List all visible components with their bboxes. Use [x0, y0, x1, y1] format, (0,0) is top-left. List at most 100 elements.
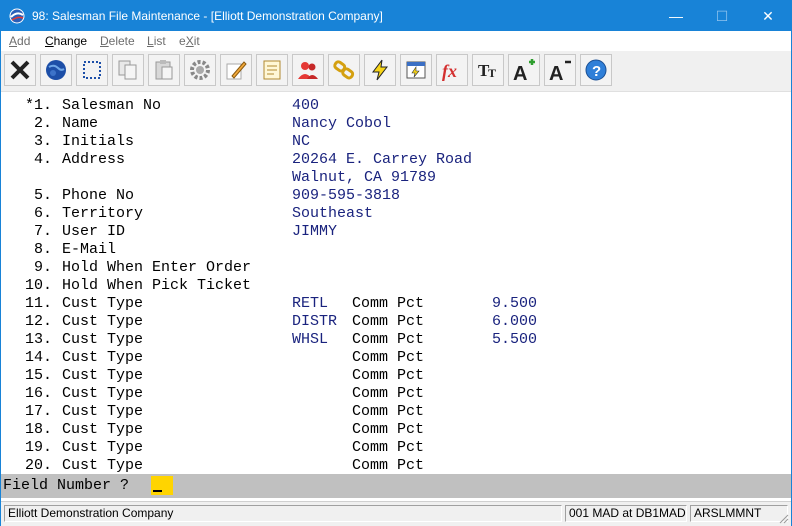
edit-icon[interactable]: [220, 54, 252, 86]
field-number: 11.: [24, 295, 52, 312]
field-value: JIMMY: [292, 223, 338, 240]
close-button[interactable]: ✕: [745, 1, 791, 31]
field-row: 4. Address 20264 E. Carrey Road: [1, 151, 791, 169]
cust-type-value: RETL: [292, 295, 329, 312]
field-number: 12.: [24, 313, 52, 330]
field-value: 400: [292, 97, 320, 114]
field-number: 2.: [33, 115, 52, 132]
exit-icon[interactable]: [4, 54, 36, 86]
comm-pct-label: Comm Pct: [352, 313, 425, 330]
field-number: 10.: [24, 277, 52, 294]
cust-type-row: 19. Cust Type Comm Pct: [1, 439, 791, 457]
menu-delete[interactable]: Delete: [100, 34, 135, 48]
function-icon[interactable]: fx: [436, 54, 468, 86]
prompt-bar: Field Number ?: [1, 474, 791, 498]
lightning-icon[interactable]: [364, 54, 396, 86]
field-value: NC: [292, 133, 311, 150]
comm-pct-label: Comm Pct: [352, 367, 425, 384]
menu-change[interactable]: Change: [45, 34, 87, 48]
field-label: Cust Type: [62, 457, 144, 474]
field-number: 18.: [24, 421, 52, 438]
field-label: Cust Type: [62, 331, 144, 348]
cust-type-row: 14. Cust Type Comm Pct: [1, 349, 791, 367]
toolbar: fx TT A A ?: [1, 51, 791, 92]
field-number: 5.: [33, 187, 52, 204]
cust-type-row: 20. Cust Type Comm Pct: [1, 457, 791, 475]
menu-list[interactable]: List: [147, 34, 166, 48]
field-row: 5. Phone No 909-595-3818: [1, 187, 791, 205]
settings-icon[interactable]: [184, 54, 216, 86]
field-number: 14.: [24, 349, 52, 366]
field-number: 15.: [24, 367, 52, 384]
users-icon[interactable]: [292, 54, 324, 86]
cust-type-row: 18. Cust Type Comm Pct: [1, 421, 791, 439]
help-icon[interactable]: ?: [580, 54, 612, 86]
app-window: 98: Salesman File Maintenance - [Elliott…: [0, 0, 792, 526]
font-decrease-icon[interactable]: A: [544, 54, 576, 86]
field-label: Territory: [62, 205, 144, 222]
menu-bar: Add Change Delete List eXit: [1, 31, 791, 51]
cust-type-value: DISTR: [292, 313, 338, 330]
menu-add[interactable]: Add: [9, 34, 30, 48]
font-increase-icon[interactable]: A: [508, 54, 540, 86]
maximize-button[interactable]: ☐: [699, 1, 745, 31]
minimize-button[interactable]: —: [653, 1, 699, 31]
field-label: Salesman No: [62, 97, 162, 114]
field-label: User ID: [62, 223, 126, 240]
comm-pct-label: Comm Pct: [352, 295, 425, 312]
field-number: 6.: [33, 205, 52, 222]
field-label: Hold When Enter Order: [62, 259, 252, 276]
status-server: 001 MAD at DB1MAD: [565, 505, 687, 522]
field-label: Cust Type: [62, 439, 144, 456]
field-row: 6. Territory Southeast: [1, 205, 791, 223]
svg-text:?: ?: [592, 63, 601, 80]
globe-icon[interactable]: [40, 54, 72, 86]
comm-pct-label: Comm Pct: [352, 331, 425, 348]
cust-type-row: 11. Cust Type RETL Comm Pct 9.500: [1, 295, 791, 313]
field-row: *1. Salesman No 400: [1, 97, 791, 115]
cust-type-row: 17. Cust Type Comm Pct: [1, 403, 791, 421]
field-number: 3.: [33, 133, 52, 150]
field-row: 7. User ID JIMMY: [1, 223, 791, 241]
cust-type-row: 16. Cust Type Comm Pct: [1, 385, 791, 403]
field-number: 16.: [24, 385, 52, 402]
field-number: 13.: [24, 331, 52, 348]
copy-icon[interactable]: [112, 54, 144, 86]
cust-type-value: WHSL: [292, 331, 329, 348]
field-label: Cust Type: [62, 349, 144, 366]
svg-text:T: T: [488, 66, 496, 80]
field-label: Cust Type: [62, 421, 144, 438]
notes-icon[interactable]: [256, 54, 288, 86]
field-number: 19.: [24, 439, 52, 456]
field-value: 909-595-3818: [292, 187, 401, 204]
field-label: E-Mail: [62, 241, 117, 258]
form-screen: *1. Salesman No 400 2. Name Nancy Cobol 3. Init…: [1, 93, 791, 474]
field-label: Cust Type: [62, 313, 144, 330]
select-icon[interactable]: [76, 54, 108, 86]
window-title: 98: Salesman File Maintenance - [Elliott…: [32, 9, 383, 23]
comm-pct-label: Comm Pct: [352, 403, 425, 420]
link-icon[interactable]: [328, 54, 360, 86]
cust-type-row: 12. Cust Type DISTR Comm Pct 6.000: [1, 313, 791, 331]
field-number: 20.: [24, 457, 52, 474]
field-row: 8. E-Mail: [1, 241, 791, 259]
comm-pct-label: Comm Pct: [352, 421, 425, 438]
field-label: Hold When Pick Ticket: [62, 277, 252, 294]
menu-exit[interactable]: eXit: [179, 34, 200, 48]
field-label: Initials: [62, 133, 135, 150]
svg-text:fx: fx: [442, 61, 457, 81]
title-bar: 98: Salesman File Maintenance - [Elliott…: [1, 1, 791, 31]
field-label: Cust Type: [62, 403, 144, 420]
paste-icon[interactable]: [148, 54, 180, 86]
field-row: 9. Hold When Enter Order: [1, 259, 791, 277]
field-label: Cust Type: [62, 367, 144, 384]
field-number: 7.: [33, 223, 52, 240]
font-icon[interactable]: TT: [472, 54, 504, 86]
field-row: 10. Hold When Pick Ticket: [1, 277, 791, 295]
field-number-input[interactable]: [151, 476, 173, 495]
run-icon[interactable]: [400, 54, 432, 86]
resize-grip-icon[interactable]: [777, 512, 789, 524]
field-number: 9.: [33, 259, 52, 276]
field-number: *1.: [24, 97, 52, 114]
field-row: 3. Initials NC: [1, 133, 791, 151]
